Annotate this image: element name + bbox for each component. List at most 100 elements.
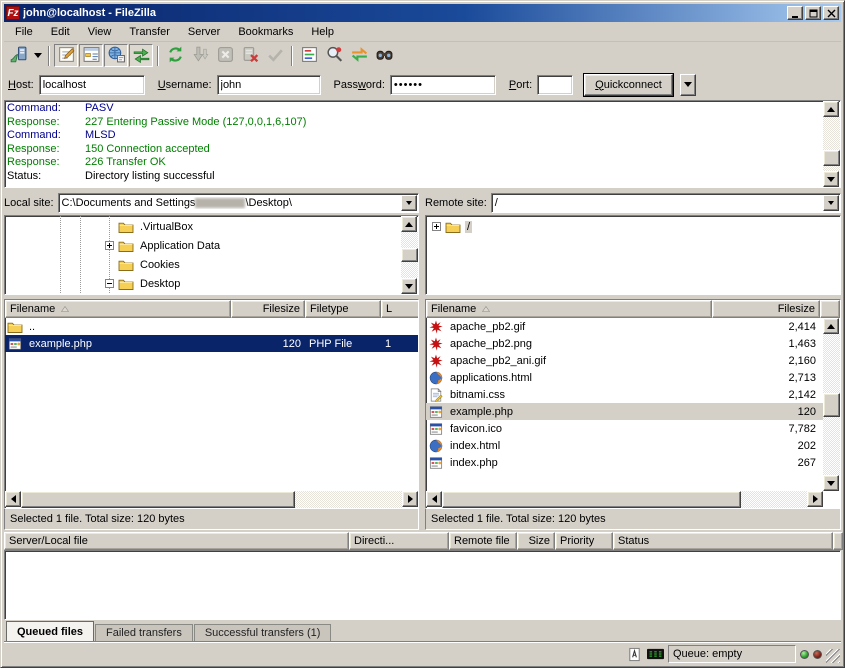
file-row[interactable]: applications.html2,713 — [426, 369, 823, 386]
file-row[interactable]: .. — [5, 318, 418, 335]
column-header-size[interactable]: Size — [517, 532, 555, 550]
local-site-combo[interactable]: C:\Documents and Settings\Desktop\ — [58, 193, 419, 213]
column-header-filesize[interactable]: Filesize — [231, 300, 305, 318]
remote-list-hscrollbar[interactable] — [426, 491, 823, 508]
column-header-filename[interactable]: Filename — [426, 300, 712, 318]
scroll-up-button[interactable] — [401, 216, 417, 232]
tab-queued-files[interactable]: Queued files — [6, 621, 94, 642]
message-log-scrollbar[interactable] — [823, 101, 840, 187]
remote-site-dropdown-button[interactable] — [823, 195, 839, 211]
menu-help[interactable]: Help — [302, 24, 343, 40]
collapse-minus-icon[interactable] — [105, 279, 114, 288]
column-header-priority[interactable]: Priority — [555, 532, 613, 550]
file-row[interactable]: apache_pb2.gif2,414 — [426, 318, 823, 335]
disconnect-button[interactable] — [238, 44, 262, 67]
tree-item[interactable]: Desktop — [5, 274, 401, 293]
reconnect-button[interactable] — [263, 44, 287, 67]
toggle-remote-treeview-button[interactable] — [104, 44, 128, 67]
local-site-dropdown-button[interactable] — [401, 195, 417, 211]
scroll-up-button[interactable] — [823, 101, 839, 117]
refresh-button[interactable] — [163, 44, 187, 67]
column-header-filesize[interactable]: Filesize — [712, 300, 820, 318]
scrollbar-thumb[interactable] — [401, 248, 418, 262]
scroll-left-button[interactable] — [426, 491, 442, 507]
username-input[interactable] — [217, 75, 321, 95]
password-input[interactable] — [390, 75, 496, 95]
folder-icon — [118, 220, 134, 234]
folder-icon — [118, 258, 134, 272]
quickconnect-dropdown-button[interactable] — [680, 74, 696, 96]
tree-item[interactable]: .VirtualBox — [5, 217, 401, 236]
process-queue-button[interactable] — [188, 44, 212, 67]
file-row[interactable]: index.html202 — [426, 437, 823, 454]
tree-item[interactable]: Cookies — [5, 255, 401, 274]
queue-status: Queue: empty — [668, 645, 796, 663]
toggle-transfer-queue-icon — [132, 45, 151, 67]
column-header-l[interactable]: L — [381, 300, 419, 318]
scroll-down-button[interactable] — [401, 278, 417, 294]
site-manager-dropdown-button[interactable] — [31, 44, 44, 67]
column-header-filename[interactable]: Filename — [5, 300, 231, 318]
tab-successful-transfers-1-[interactable]: Successful transfers (1) — [194, 624, 332, 642]
host-input[interactable] — [39, 75, 145, 95]
toggle-transfer-queue-button[interactable] — [129, 44, 153, 67]
resize-grip[interactable] — [826, 649, 840, 663]
column-header-remotefile[interactable]: Remote file — [449, 532, 517, 550]
menu-transfer[interactable]: Transfer — [120, 24, 179, 40]
local-tree-scrollbar[interactable] — [401, 216, 418, 294]
column-header-status[interactable]: Status — [613, 532, 833, 550]
scroll-down-button[interactable] — [823, 171, 839, 187]
remote-site-label: Remote site: — [425, 197, 487, 209]
file-row[interactable]: index.php267 — [426, 454, 823, 471]
file-row[interactable]: apache_pb2.png1,463 — [426, 335, 823, 352]
expand-plus-icon[interactable] — [105, 241, 114, 250]
toggle-message-log-button[interactable] — [54, 44, 78, 67]
scrollbar-thumb[interactable] — [823, 393, 840, 417]
filename-filters-icon — [300, 45, 319, 67]
file-row[interactable]: bitnami.css2,142 — [426, 386, 823, 403]
tab-failed-transfers[interactable]: Failed transfers — [95, 624, 193, 642]
tree-item[interactable]: Application Data — [5, 236, 401, 255]
remote-site-combo[interactable]: / — [491, 193, 841, 213]
synchronized-browsing-button[interactable] — [347, 44, 371, 67]
directory-comparison-button[interactable] — [322, 44, 346, 67]
column-header-filetype[interactable]: Filetype — [305, 300, 381, 318]
port-input[interactable] — [537, 75, 573, 95]
menu-view[interactable]: View — [79, 24, 121, 40]
column-header-serverlocalfile[interactable]: Server/Local file — [4, 532, 349, 550]
file-row[interactable]: apache_pb2_ani.gif2,160 — [426, 352, 823, 369]
menu-file[interactable]: File — [6, 24, 42, 40]
scroll-left-button[interactable] — [5, 491, 21, 507]
file-row[interactable]: example.php120PHP File1 — [5, 335, 418, 352]
find-files-button[interactable] — [372, 44, 396, 67]
scrollbar-thumb[interactable] — [442, 491, 741, 508]
quickconnect-button[interactable]: Quickconnect — [584, 74, 673, 96]
column-header-directi[interactable]: Directi... — [349, 532, 449, 550]
file-name: apache_pb2_ani.gif — [446, 355, 712, 367]
speed-limit-indicator-icon[interactable] — [647, 646, 664, 662]
close-button[interactable] — [823, 6, 839, 20]
menu-server[interactable]: Server — [179, 24, 229, 40]
cancel-button[interactable] — [213, 44, 237, 67]
scroll-right-button[interactable] — [807, 491, 823, 507]
tree-item[interactable]: / — [426, 217, 840, 236]
maximize-button[interactable] — [805, 6, 821, 20]
local-list-hscrollbar[interactable] — [5, 491, 418, 508]
username-label: Username: — [158, 79, 212, 91]
site-manager-button[interactable] — [6, 44, 30, 67]
expand-plus-icon[interactable] — [432, 222, 441, 231]
scrollbar-thumb[interactable] — [823, 150, 840, 166]
menu-edit[interactable]: Edit — [42, 24, 79, 40]
scroll-right-button[interactable] — [402, 491, 418, 507]
file-row[interactable]: favicon.ico7,782 — [426, 420, 823, 437]
menu-bookmarks[interactable]: Bookmarks — [229, 24, 302, 40]
filename-filters-button[interactable] — [297, 44, 321, 67]
scrollbar-thumb[interactable] — [21, 491, 295, 508]
scroll-down-button[interactable] — [823, 475, 839, 491]
toggle-local-treeview-button[interactable] — [79, 44, 103, 67]
transfer-type-indicator-icon[interactable] — [626, 646, 643, 662]
remote-list-scrollbar[interactable] — [823, 318, 840, 491]
scroll-up-button[interactable] — [823, 318, 839, 334]
minimize-button[interactable] — [787, 6, 803, 20]
file-row[interactable]: example.php120 — [426, 403, 823, 420]
